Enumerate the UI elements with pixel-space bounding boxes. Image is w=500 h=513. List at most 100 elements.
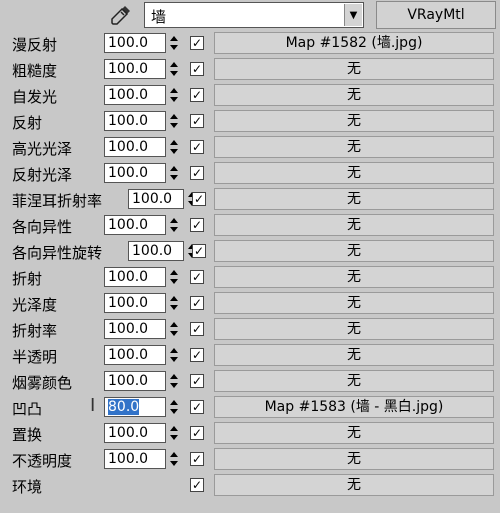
map-slot-button[interactable]: 无: [214, 136, 494, 158]
map-slot-button[interactable]: 无: [214, 292, 494, 314]
amount-spinner[interactable]: [168, 320, 181, 339]
chevron-down-icon[interactable]: ▼: [344, 4, 362, 26]
spinner-down-icon[interactable]: [170, 45, 178, 50]
map-enable-checkbox[interactable]: ✓: [190, 426, 204, 440]
spinner-down-icon[interactable]: [170, 409, 178, 414]
spinner-up-icon[interactable]: [170, 166, 178, 171]
amount-input[interactable]: 100.0: [104, 85, 166, 105]
map-slot-button[interactable]: 无: [214, 474, 494, 496]
map-slot-button[interactable]: 无: [214, 162, 494, 184]
amount-input[interactable]: 100.0: [104, 319, 166, 339]
amount-input[interactable]: 100.0: [104, 371, 166, 391]
spinner-down-icon[interactable]: [170, 331, 178, 336]
amount-spinner[interactable]: [168, 112, 181, 131]
amount-spinner[interactable]: [168, 34, 181, 53]
map-slot-button[interactable]: 无: [214, 370, 494, 392]
amount-spinner[interactable]: [168, 424, 181, 443]
spinner-down-icon[interactable]: [170, 357, 178, 362]
map-enable-checkbox[interactable]: ✓: [190, 166, 204, 180]
amount-input[interactable]: 100.0: [128, 241, 184, 261]
spinner-down-icon[interactable]: [170, 227, 178, 232]
spinner-up-icon[interactable]: [170, 400, 178, 405]
spinner-down-icon[interactable]: [170, 461, 178, 466]
spinner-down-icon[interactable]: [170, 305, 178, 310]
amount-spinner[interactable]: [168, 398, 181, 417]
spinner-up-icon[interactable]: [170, 348, 178, 353]
map-enable-checkbox[interactable]: ✓: [190, 218, 204, 232]
map-slot-button[interactable]: Map #1583 (墙 - 黑白.jpg): [214, 396, 494, 418]
spinner-up-icon[interactable]: [170, 270, 178, 275]
map-slot-button[interactable]: 无: [214, 188, 494, 210]
map-slot-button[interactable]: 无: [214, 240, 494, 262]
map-enable-checkbox[interactable]: ✓: [190, 62, 204, 76]
map-enable-checkbox[interactable]: ✓: [190, 140, 204, 154]
pick-material-button[interactable]: [108, 3, 134, 27]
spinner-up-icon[interactable]: [170, 374, 178, 379]
amount-spinner[interactable]: [168, 346, 181, 365]
amount-input[interactable]: 100.0: [128, 189, 184, 209]
spinner-up-icon[interactable]: [170, 140, 178, 145]
map-enable-checkbox[interactable]: ✓: [190, 88, 204, 102]
map-enable-checkbox[interactable]: ✓: [192, 244, 206, 258]
spinner-up-icon[interactable]: [170, 114, 178, 119]
spinner-up-icon[interactable]: [170, 296, 178, 301]
map-slot-button[interactable]: 无: [214, 84, 494, 106]
spinner-down-icon[interactable]: [170, 97, 178, 102]
amount-spinner[interactable]: [168, 86, 181, 105]
amount-spinner[interactable]: [168, 138, 181, 157]
amount-input[interactable]: 100.0: [104, 111, 166, 131]
spinner-down-icon[interactable]: [170, 175, 178, 180]
spinner-up-icon[interactable]: [170, 36, 178, 41]
material-type-button[interactable]: VRayMtl: [376, 1, 496, 29]
amount-input[interactable]: 100.0: [104, 137, 166, 157]
map-slot-button[interactable]: 无: [214, 214, 494, 236]
spinner-down-icon[interactable]: [170, 279, 178, 284]
amount-input[interactable]: 100.0: [104, 345, 166, 365]
amount-input[interactable]: 100.0: [104, 267, 166, 287]
map-enable-checkbox[interactable]: ✓: [190, 114, 204, 128]
map-enable-checkbox[interactable]: ✓: [190, 36, 204, 50]
spinner-up-icon[interactable]: [170, 452, 178, 457]
material-name-combo[interactable]: 墙 ▼: [144, 2, 364, 28]
spinner-up-icon[interactable]: [170, 426, 178, 431]
map-enable-checkbox[interactable]: ✓: [190, 478, 204, 492]
map-enable-checkbox[interactable]: ✓: [190, 348, 204, 362]
spinner-up-icon[interactable]: [170, 62, 178, 67]
spinner-down-icon[interactable]: [170, 123, 178, 128]
amount-input[interactable]: 100.0: [104, 163, 166, 183]
map-slot-button[interactable]: 无: [214, 110, 494, 132]
spinner-down-icon[interactable]: [170, 149, 178, 154]
map-enable-checkbox[interactable]: ✓: [190, 296, 204, 310]
map-slot-button[interactable]: 无: [214, 318, 494, 340]
map-enable-checkbox[interactable]: ✓: [190, 452, 204, 466]
map-enable-checkbox[interactable]: ✓: [190, 322, 204, 336]
map-enable-checkbox[interactable]: ✓: [192, 192, 206, 206]
map-enable-checkbox[interactable]: ✓: [190, 400, 204, 414]
map-slot-button[interactable]: Map #1582 (墙.jpg): [214, 32, 494, 54]
spinner-up-icon[interactable]: [170, 88, 178, 93]
map-slot-button[interactable]: 无: [214, 448, 494, 470]
spinner-down-icon[interactable]: [170, 435, 178, 440]
map-slot-button[interactable]: 无: [214, 266, 494, 288]
spinner-down-icon[interactable]: [170, 383, 178, 388]
map-enable-checkbox[interactable]: ✓: [190, 270, 204, 284]
spinner-up-icon[interactable]: [170, 322, 178, 327]
spinner-down-icon[interactable]: [170, 71, 178, 76]
amount-spinner[interactable]: [168, 294, 181, 313]
amount-spinner[interactable]: [168, 164, 181, 183]
amount-input[interactable]: 100.0: [104, 215, 166, 235]
map-slot-button[interactable]: 无: [214, 344, 494, 366]
map-enable-checkbox[interactable]: ✓: [190, 374, 204, 388]
amount-input[interactable]: 80.0: [104, 397, 166, 417]
amount-input[interactable]: 100.0: [104, 33, 166, 53]
amount-spinner[interactable]: [168, 216, 181, 235]
amount-input[interactable]: 100.0: [104, 449, 166, 469]
amount-spinner[interactable]: [168, 60, 181, 79]
amount-input[interactable]: 100.0: [104, 423, 166, 443]
amount-input[interactable]: 100.0: [104, 59, 166, 79]
amount-input[interactable]: 100.0: [104, 293, 166, 313]
map-slot-button[interactable]: 无: [214, 58, 494, 80]
amount-spinner[interactable]: [168, 268, 181, 287]
amount-spinner[interactable]: [168, 372, 181, 391]
spinner-up-icon[interactable]: [170, 218, 178, 223]
